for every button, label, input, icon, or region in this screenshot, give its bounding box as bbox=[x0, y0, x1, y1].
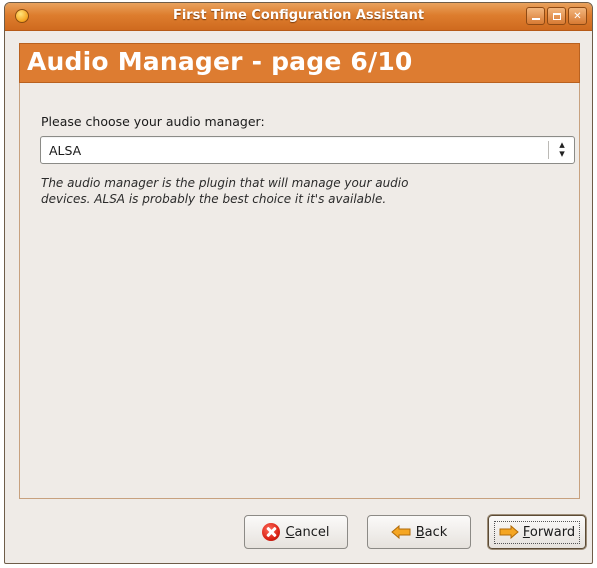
forward-button[interactable]: Forward bbox=[488, 515, 586, 549]
window-controls: ✕ bbox=[526, 7, 587, 25]
combo-separator bbox=[548, 141, 549, 159]
close-icon: ✕ bbox=[573, 10, 582, 22]
audio-manager-select[interactable]: ALSA ▴ ▾ bbox=[40, 136, 575, 164]
combo-arrows-icon: ▴ ▾ bbox=[559, 138, 565, 160]
audio-manager-selected-value: ALSA bbox=[49, 143, 82, 158]
back-button[interactable]: Back bbox=[367, 515, 471, 549]
maximize-icon bbox=[552, 12, 561, 20]
title-bar[interactable]: First Time Configuration Assistant ✕ bbox=[5, 3, 592, 31]
dialog-window: First Time Configuration Assistant ✕ Aud… bbox=[4, 2, 593, 564]
cancel-button[interactable]: Cancel bbox=[244, 515, 348, 549]
back-label: Back bbox=[415, 524, 448, 540]
maximize-button[interactable] bbox=[547, 7, 566, 25]
cancel-label: Cancel bbox=[285, 524, 330, 540]
page-header: Audio Manager - page 6/10 bbox=[19, 43, 580, 83]
window-title: First Time Configuration Assistant bbox=[172, 8, 425, 23]
audio-manager-label: Please choose your audio manager: bbox=[41, 114, 265, 129]
cancel-icon bbox=[262, 523, 281, 541]
content-panel: Please choose your audio manager: ALSA ▴… bbox=[19, 83, 580, 499]
back-arrow-icon bbox=[390, 525, 411, 539]
page-title: Audio Manager - page 6/10 bbox=[27, 47, 413, 76]
minimize-icon bbox=[531, 18, 540, 20]
close-button[interactable]: ✕ bbox=[568, 7, 587, 25]
forward-label: Forward bbox=[522, 524, 576, 540]
forward-arrow-icon bbox=[499, 525, 519, 539]
audio-manager-help-text: The audio manager is the plugin that wil… bbox=[41, 176, 409, 206]
minimize-button[interactable] bbox=[526, 7, 545, 25]
